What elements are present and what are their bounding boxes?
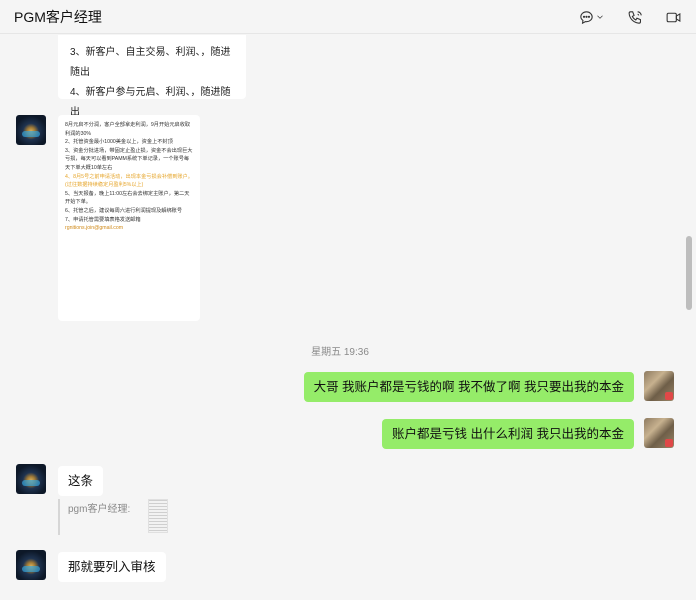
outgoing-message[interactable]: 大哥 我账户都是亏钱的啊 我不做了啊 我只要出我的本金 — [303, 372, 634, 402]
card-line: 4、8月5号之前申请活动，出现本金亏损会补偿到账户。(过往数据持续稳定月盈利5%… — [65, 173, 193, 189]
card-line: 8月元启不分润，客户全部拿走利润，9月开始元启收取利润的30% — [65, 122, 191, 137]
chat-header: PGM客户经理 — [0, 0, 696, 34]
status-dot — [665, 392, 673, 400]
shared-card-top[interactable]: 3、新客户、自主交易、利润、，随进随出 4、新客户参与元启、利润、，随进随出 — [58, 35, 246, 118]
scrollbar[interactable] — [685, 36, 693, 598]
message-timestamp: 星期五 19:36 — [311, 347, 369, 358]
header-actions — [574, 7, 684, 27]
scroll-thumb[interactable] — [686, 236, 692, 310]
incoming-message[interactable]: 那就要列入审核 — [58, 552, 166, 582]
incoming-message[interactable]: 这条 — [58, 466, 104, 496]
card-line: 5、当天报备，晚上11:00左右会去绑定主账户，第二天开始下单。 — [65, 190, 190, 206]
message-list[interactable]: 3、新客户、自主交易、利润、，随进随出 4、新客户参与元启、利润、，随进随出 8… — [0, 35, 680, 600]
chat-bubble-icon[interactable] — [574, 7, 608, 27]
quoted-message[interactable]: pgm客户经理: — [58, 499, 168, 535]
self-avatar[interactable] — [644, 418, 674, 448]
chat-bubble-icon-svg — [579, 10, 593, 24]
card-line: 6、托管之后，建议每周六进行利润提现及解绑账号 — [65, 207, 183, 214]
video-camera-icon[interactable] — [662, 7, 684, 27]
phone-icon[interactable] — [624, 7, 646, 27]
avatar[interactable] — [16, 550, 46, 580]
card-line: 2、托管资金最小1000美金以上，资金上不封顶 — [65, 139, 173, 146]
avatar[interactable] — [16, 464, 46, 494]
card-line: 3、资金分批进场，带固定止盈止损，资金不会出现巨大亏损，每天可以看到PAMM系统… — [65, 147, 193, 171]
status-dot — [665, 439, 673, 447]
chat-title: PGM客户经理 — [14, 8, 102, 25]
card-email: rgnitions.join@gmail.com — [65, 225, 124, 232]
self-avatar[interactable] — [644, 371, 674, 401]
image-message-card[interactable]: 8月元启不分润，客户全部拿走利润，9月开始元启收取利润的30% 2、托管资金最小… — [58, 115, 200, 321]
quote-thumbnail[interactable] — [148, 499, 168, 533]
card-line: 7、申请托管需要填表格发送邮箱 — [65, 216, 141, 223]
outgoing-message[interactable]: 账户都是亏钱 出什么利润 我只出我的本金 — [382, 419, 634, 449]
card-cutoff-line — [70, 35, 234, 43]
card-line: 3、新客户、自主交易、利润、，随进随出 — [70, 47, 231, 78]
avatar[interactable] — [16, 115, 46, 145]
chevron-down-icon[interactable] — [595, 12, 605, 22]
